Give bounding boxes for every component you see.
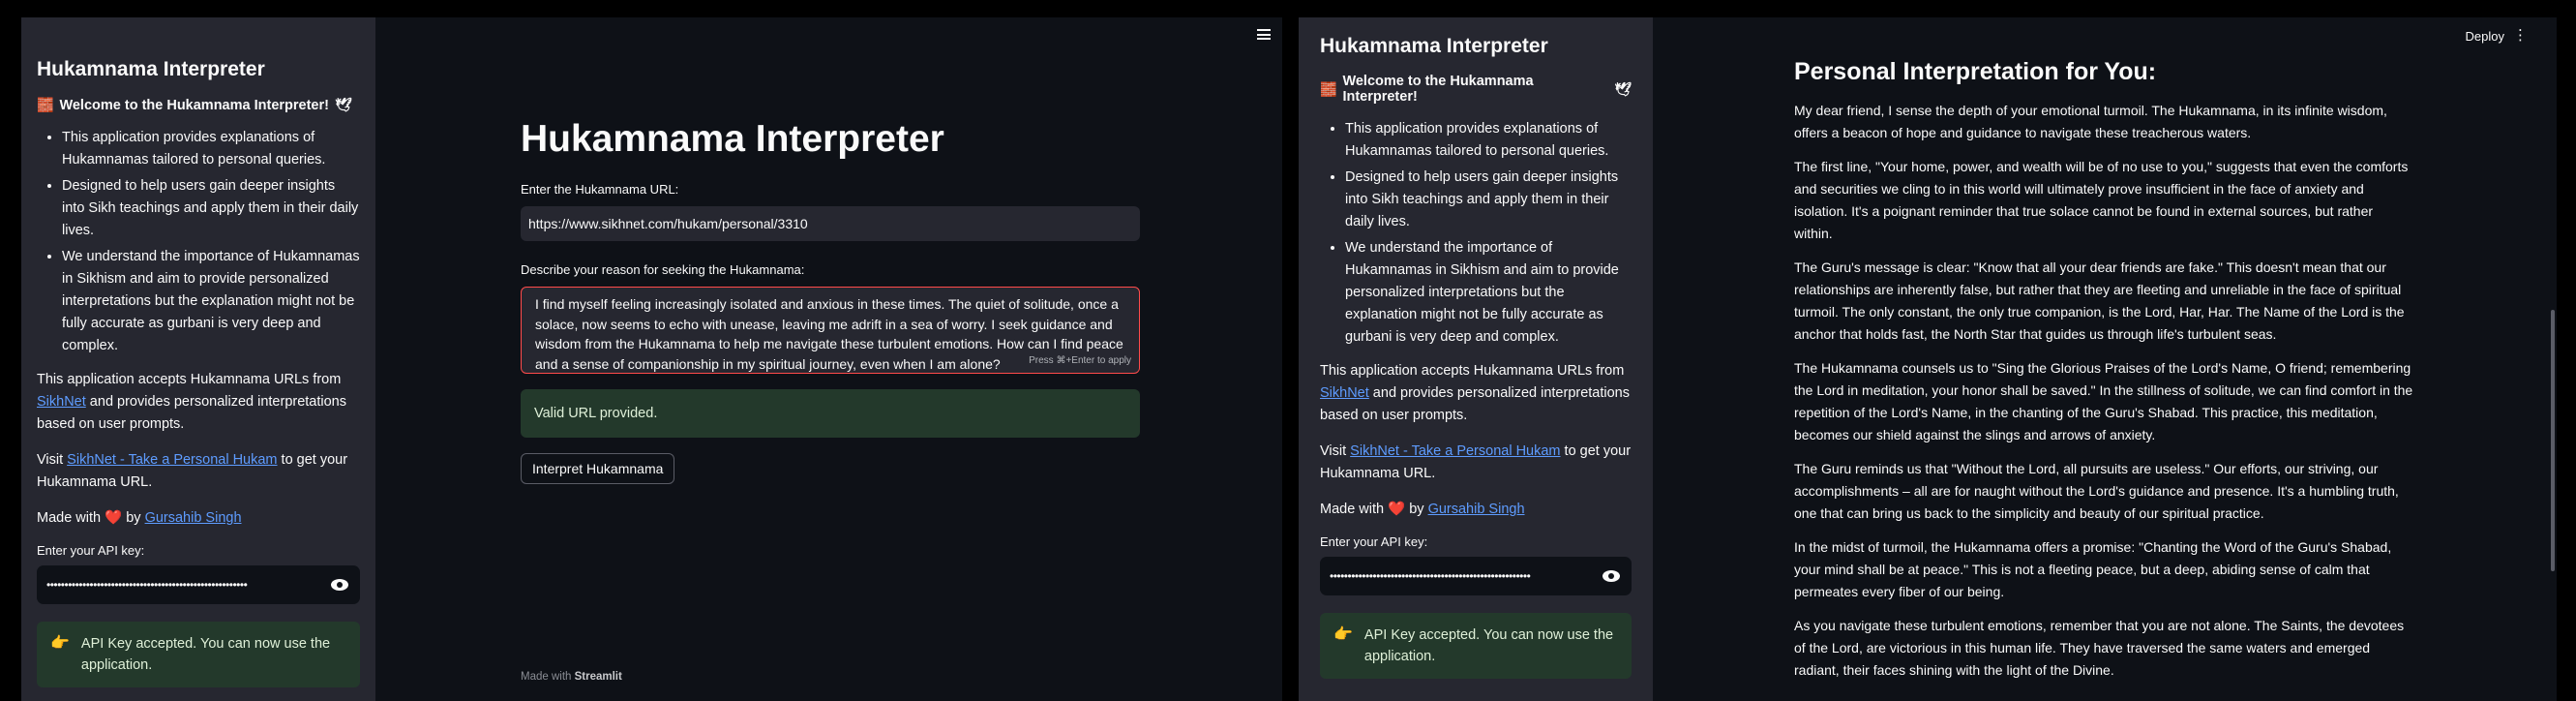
url-label: Enter the Hukamnama URL: [521, 182, 679, 197]
made-with-paragraph: Made with ❤️ by Gursahib Singh [1320, 499, 1632, 521]
api-success-text: API Key accepted. You can now use the ap… [80, 636, 331, 673]
list-item: This application provides explanations o… [62, 127, 360, 171]
interpret-button[interactable]: Interpret Hukamnama [521, 453, 675, 484]
sidebar-title: Hukamnama Interpreter [37, 58, 265, 80]
api-key-input[interactable]: ••••••••••••••••••••••••••••••••••••••••… [37, 565, 360, 604]
heart-icon: ❤️ [1388, 502, 1406, 517]
streamlit-link[interactable]: Streamlit [575, 671, 622, 683]
more-options-icon[interactable]: ⋮ [2513, 28, 2528, 43]
url-input[interactable]: https://www.sikhnet.com/hukam/personal/3… [521, 206, 1140, 241]
sikhnet-link[interactable]: SikhNet [1320, 385, 1369, 401]
welcome-heading: 🧱 Welcome to the Hukamnama Interpreter! … [37, 97, 360, 113]
deploy-button[interactable]: Deploy [2466, 29, 2504, 44]
pointing-hand-icon: 👉 [50, 635, 70, 652]
interpretation-paragraph: My dear friend, I sense the depth of you… [1794, 103, 2387, 140]
visit-prefix: Visit [1320, 443, 1351, 459]
dove-emoji-icon: 🕊 [334, 97, 352, 112]
welcome-text: Welcome to the Hukamnama Interpreter! [59, 97, 329, 113]
list-item: This application provides explanations o… [1345, 118, 1632, 163]
made-with-paragraph: Made with ❤️ by Gursahib Singh [37, 507, 360, 530]
footer-prefix: Made with [521, 671, 575, 683]
info-list: This application provides explanations o… [1320, 118, 1632, 349]
interpretation-content: Personal Interpretation for You: My dear… [1794, 58, 2413, 693]
personal-hukam-link[interactable]: SikhNet - Take a Personal Hukam [1350, 443, 1560, 459]
visit-paragraph: Visit SikhNet - Take a Personal Hukam to… [1320, 441, 1632, 485]
accepts-paragraph: This application accepts Hukamnama URLs … [37, 369, 360, 436]
made-prefix: Made with [37, 510, 105, 526]
reason-textarea[interactable]: I find myself feeling increasingly isola… [521, 287, 1140, 374]
visit-paragraph: Visit SikhNet - Take a Personal Hukam to… [37, 449, 360, 494]
list-item: Designed to help users gain deeper insig… [1345, 167, 1632, 233]
api-success-text: API Key accepted. You can now use the ap… [1363, 627, 1614, 664]
accepts-paragraph: This application accepts Hukamnama URLs … [1320, 360, 1632, 427]
accepts-prefix: This application accepts Hukamnama URLs … [37, 372, 342, 387]
page-title: Hukamnama Interpreter [521, 118, 944, 160]
heart-icon: ❤️ [105, 510, 123, 526]
interpretation-paragraph: In the midst of turmoil, the Hukamnama o… [1794, 539, 2392, 599]
accepts-prefix: This application accepts Hukamnama URLs … [1320, 363, 1625, 379]
api-success-alert: 👉 API Key accepted. You can now use the … [37, 622, 360, 687]
personal-hukam-link[interactable]: SikhNet - Take a Personal Hukam [67, 452, 277, 468]
eye-icon[interactable] [329, 578, 350, 592]
api-success-alert: 👉 API Key accepted. You can now use the … [1320, 613, 1632, 679]
sidebar-title: Hukamnama Interpreter [1320, 35, 1548, 57]
interpretation-paragraph: The Guru's message is clear: "Know that … [1794, 259, 2405, 342]
welcome-text: Welcome to the Hukamnama Interpreter! [1342, 74, 1534, 105]
reason-label: Describe your reason for seeking the Huk… [521, 262, 805, 277]
interpretation-paragraph: The Guru reminds us that "Without the Lo… [1794, 461, 2399, 521]
interpretation-paragraph: The Hukamnama counsels us to "Sing the G… [1794, 360, 2413, 442]
list-item: We understand the importance of Hukamnam… [62, 246, 360, 357]
sikhnet-link[interactable]: SikhNet [37, 394, 86, 410]
author-link[interactable]: Gursahib Singh [145, 510, 242, 526]
interpretation-paragraph: As you navigate these turbulent emotions… [1794, 618, 2405, 678]
interpretation-paragraph: The first line, "Your home, power, and w… [1794, 159, 2409, 241]
dove-emoji-icon: 🕊 [1614, 80, 1632, 97]
welcome-heading: 🧱 Welcome to the Hukamnama Interpreter! … [1320, 74, 1632, 105]
visit-prefix: Visit [37, 452, 68, 468]
sidebar: Hukamnama Interpreter 🧱 Welcome to the H… [1299, 17, 1653, 701]
api-key-label: Enter your API key: [1320, 534, 1428, 549]
author-link[interactable]: Gursahib Singh [1428, 502, 1525, 517]
made-by: by [122, 510, 145, 526]
left-app-window: Hukamnama Interpreter 🧱 Welcome to the H… [21, 17, 1282, 701]
eye-icon[interactable] [1601, 569, 1622, 583]
main-content: Hukamnama Interpreter Enter the Hukamnam… [521, 17, 1140, 484]
api-key-label: Enter your API key: [37, 543, 145, 558]
hamburger-menu-icon[interactable] [1257, 29, 1271, 40]
brick-emoji-icon: 🧱 [37, 97, 54, 112]
made-prefix: Made with [1320, 502, 1389, 517]
info-list: This application provides explanations o… [37, 127, 360, 357]
interpretation-title: Personal Interpretation for You: [1794, 58, 2157, 85]
api-key-value[interactable]: ••••••••••••••••••••••••••••••••••••••••… [1330, 569, 1601, 583]
made-by: by [1405, 502, 1428, 517]
valid-url-alert: Valid URL provided. [521, 389, 1140, 438]
pointing-hand-icon: 👉 [1333, 626, 1353, 643]
scrollbar[interactable] [2551, 310, 2555, 571]
textarea-hint: Press ⌘+Enter to apply [1029, 354, 1131, 366]
sidebar: Hukamnama Interpreter 🧱 Welcome to the H… [21, 17, 375, 701]
streamlit-footer: Made with Streamlit [521, 671, 622, 683]
api-key-value[interactable]: ••••••••••••••••••••••••••••••••••••••••… [46, 578, 329, 592]
right-app-window: Hukamnama Interpreter 🧱 Welcome to the H… [1299, 17, 2557, 701]
list-item: We understand the importance of Hukamnam… [1345, 237, 1632, 349]
brick-emoji-icon: 🧱 [1320, 80, 1337, 97]
list-item: Designed to help users gain deeper insig… [62, 175, 360, 242]
api-key-input[interactable]: ••••••••••••••••••••••••••••••••••••••••… [1320, 557, 1632, 595]
